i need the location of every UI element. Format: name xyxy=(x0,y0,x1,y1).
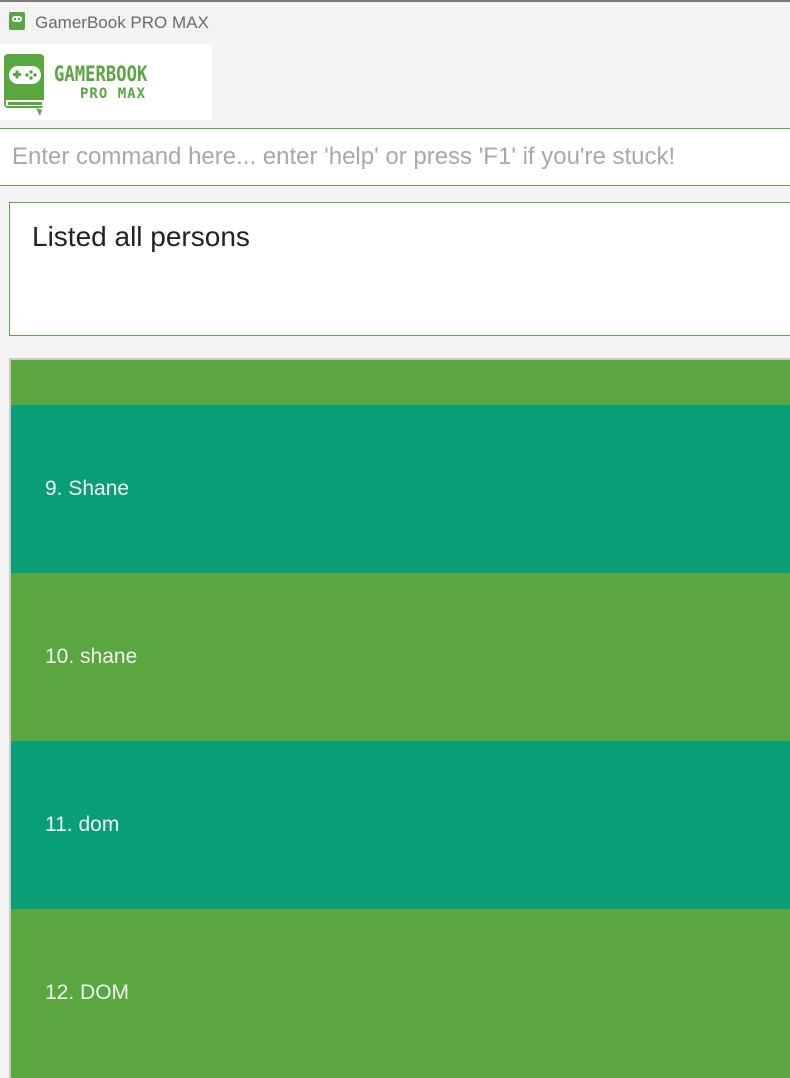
person-name: 9. Shane xyxy=(45,477,130,500)
person-list[interactable]: 9. Shane 10. shane 11. dom 12. DOM xyxy=(9,358,790,1078)
command-input[interactable] xyxy=(0,129,790,185)
person-card[interactable]: 12. DOM xyxy=(11,909,790,1077)
person-name: 10. shane xyxy=(45,645,138,668)
gamepad-book-icon xyxy=(9,12,25,30)
person-card[interactable]: 11. dom xyxy=(11,741,790,909)
command-box xyxy=(0,128,790,186)
logo-subtitle: PRO MAX xyxy=(80,86,147,102)
logo: GAMERBOOK PRO MAX xyxy=(0,44,212,120)
logo-title: GAMERBOOK xyxy=(54,62,148,86)
person-card[interactable]: 10. shane xyxy=(11,573,790,741)
result-display: Listed all persons xyxy=(9,202,790,336)
person-name: 12. DOM xyxy=(45,981,130,1004)
result-message: Listed all persons xyxy=(32,221,250,252)
window-title: GamerBook PRO MAX xyxy=(35,13,209,32)
person-name: 11. dom xyxy=(45,813,120,836)
person-card[interactable]: 9. Shane xyxy=(11,405,790,573)
gamepad-book-icon xyxy=(4,54,44,116)
title-bar: GamerBook PRO MAX xyxy=(0,0,790,44)
